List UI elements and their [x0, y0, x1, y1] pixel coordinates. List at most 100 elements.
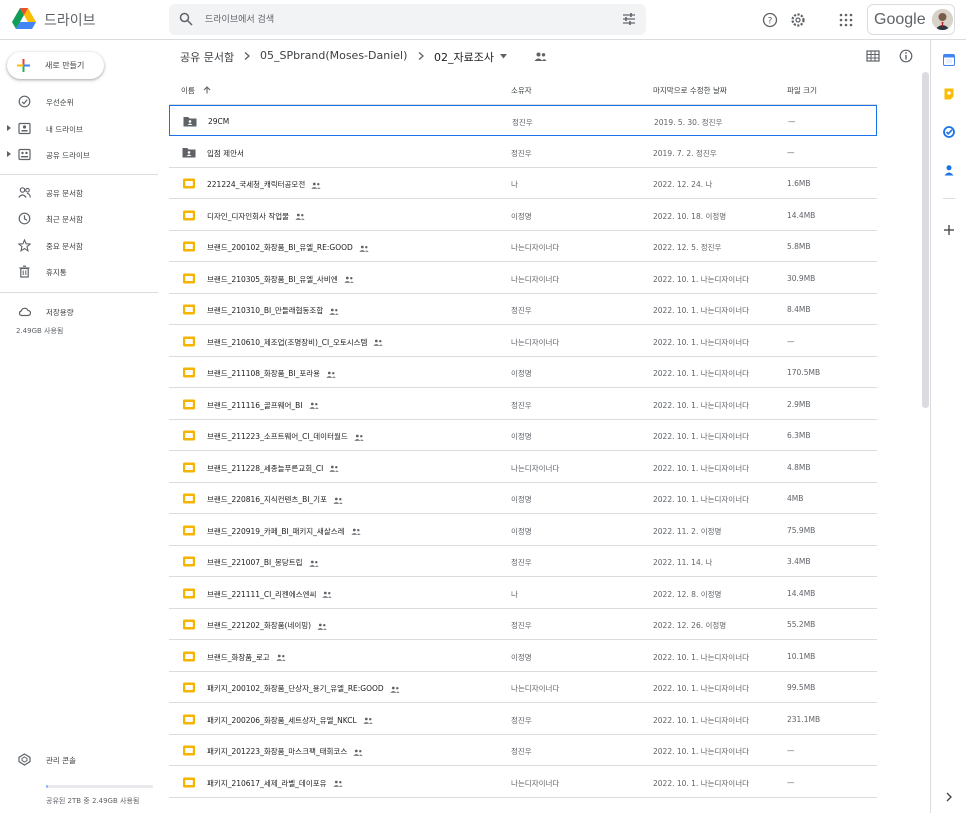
file-owner: 정진우 [512, 118, 533, 127]
column-header-size[interactable]: 파일 크기 [787, 85, 817, 96]
file-name-text: 디자인_디자인회사 작업물 [207, 211, 290, 221]
sidebar-item-storage[interactable]: 저장용량 [0, 302, 158, 322]
drive-logo-icon[interactable] [12, 8, 36, 30]
settings-icon[interactable] [790, 12, 806, 28]
table-row[interactable]: 브랜드_화장품_로고 이정명 2022. 10. 1. 나는디자이너다 10.1MB [169, 641, 877, 672]
file-modified: 2022. 10. 1. 나는디자이너다 [653, 652, 750, 662]
sidebar-item-label: 공유 문서함 [46, 189, 83, 198]
search-options-icon[interactable] [622, 12, 636, 26]
file-owner: 나는디자이너다 [511, 274, 560, 284]
file-size: 75.9MB [787, 525, 816, 535]
breadcrumb-item-shared-with-me[interactable]: 공유 문서함 [180, 49, 234, 65]
column-header-owner[interactable]: 소유자 [511, 85, 532, 96]
table-row[interactable]: 브랜드_211228_세종늘푸른교회_CI 나는디자이너다 2022. 10. 1.… [169, 452, 877, 483]
table-row[interactable]: 패키지_200102_화장품_단상자_용기_유엘_RE:GOOD 나는디자이너다 2… [169, 672, 877, 703]
file-owner: 나는디자이너다 [511, 684, 560, 693]
table-row[interactable]: 브랜드_221202_화장품(네이밍) 정진우 2022. 12. 26. 이정명 5… [169, 609, 877, 640]
file-size: 4MB [787, 494, 804, 503]
table-row[interactable]: 패키지_200206_화장품_세트상자_유엘_NKCL 정진우 2022. 10. … [169, 704, 877, 735]
table-row[interactable]: 디자인_디자인회사 작업물 이정명 2022. 10. 18. 이정명 14.4MB [169, 200, 877, 231]
plus-icon [17, 59, 30, 72]
sidebar-item-my-drive[interactable]: 내 드라이브 [0, 119, 158, 139]
file-owner: 이정명 [511, 432, 532, 441]
trash-icon [19, 265, 30, 278]
contacts-icon[interactable] [943, 164, 955, 176]
file-name: 입점 제안서 [207, 148, 244, 159]
sidebar-item-trash[interactable]: 휴지통 [0, 262, 158, 282]
shared-people-icon [354, 434, 364, 441]
column-header-modified[interactable]: 마지막으로 수정한 날짜 [653, 85, 727, 96]
table-row[interactable]: 브랜드_220816_지식컨텐츠_BI_기포 이정명 2022. 10. 1. 나는… [169, 483, 877, 514]
file-size: — [787, 746, 795, 755]
sidebar-item-priority[interactable]: 우선순위 [0, 92, 158, 112]
chevron-right-icon [244, 52, 250, 60]
table-row[interactable]: 29CM 정진우 2019. 5. 30. 정진우 — [169, 105, 877, 136]
account-switcher[interactable]: Google [867, 4, 955, 35]
sidebar-item-starred[interactable]: 중요 문서함 [0, 236, 158, 256]
keep-icon[interactable] [943, 88, 955, 100]
search-bar[interactable] [169, 4, 646, 35]
add-icon[interactable] [943, 224, 955, 236]
chevron-down-icon[interactable] [500, 54, 507, 59]
sidebar-item-shared-drives[interactable]: 공유 드라이브 [0, 145, 158, 165]
sidebar-item-recent[interactable]: 최근 문서함 [0, 209, 158, 229]
expand-icon[interactable] [945, 791, 953, 803]
file-name-text: 브랜드_220919_카페_BI_패키지_새살스레 [207, 526, 345, 536]
table-row[interactable]: 브랜드_210310_BI_만들래협동조합 정진우 2022. 10. 1. 나는디… [169, 294, 877, 325]
file-modified: 2022. 12. 26. 이정명 [653, 621, 727, 630]
table-row[interactable]: 브랜드_221111_CI_리젠에스엔씨 나 2022. 12. 8. 이정명 14.… [169, 578, 877, 609]
table-row[interactable]: 입점 제안서 정진우 2019. 7. 2. 정진우 — [169, 137, 877, 168]
app-title[interactable]: 드라이브 [44, 10, 96, 30]
help-icon[interactable]: ? [762, 12, 778, 28]
shared-folder-people-icon[interactable] [534, 51, 547, 62]
sidebar-item-label: 공유 드라이브 [46, 151, 90, 160]
breadcrumb-item-current[interactable]: 02_자료조사 [434, 49, 494, 65]
new-button[interactable]: 새로 만들기 [7, 52, 104, 79]
scrollbar-thumb[interactable] [922, 72, 929, 408]
file-size: 3.4MB [787, 557, 811, 566]
table-row[interactable]: 브랜드_211116_골프웨어_BI 정진우 2022. 10. 1. 나는디자이너… [169, 389, 877, 420]
starred-icon [18, 239, 31, 252]
calendar-icon[interactable] [943, 54, 955, 66]
table-row[interactable]: 브랜드_210305_화장품_BI_유엘_사비엔 나는디자이너다 2022. 10.… [169, 263, 877, 294]
table-row[interactable]: 브랜드_220919_카페_BI_패키지_새살스레 이정명 2022. 11. 2.… [169, 515, 877, 546]
table-row[interactable]: 브랜드_200102_화장품_BI_유엘_RE:GOOD 나는디자이너다 2022.… [169, 231, 877, 262]
shared-people-icon [359, 245, 369, 252]
file-size: 5.8MB [787, 242, 811, 251]
file-owner: 정진우 [511, 621, 532, 630]
file-name: 29CM [208, 117, 229, 126]
slides-file-icon [183, 210, 195, 220]
tasks-icon[interactable] [943, 126, 955, 138]
grid-view-icon[interactable] [866, 49, 880, 63]
table-row[interactable]: 패키지_201223_화장품_마스크팩_태회코스 정진우 2022. 10. 1. … [169, 735, 877, 766]
expand-caret-icon[interactable] [6, 124, 12, 132]
expand-caret-icon[interactable] [6, 150, 12, 158]
table-row[interactable]: 브랜드_211108_화장품_BI_포라용 이정명 2022. 10. 1. 나는디… [169, 357, 877, 388]
slides-file-icon [183, 525, 195, 535]
sidebar-item-shared-with-me[interactable]: 공유 문서함 [0, 183, 158, 203]
avatar[interactable] [932, 9, 953, 30]
table-row[interactable]: 브랜드_221007_BI_몽당트립 정진우 2022. 11. 14. 나 3.4M… [169, 546, 877, 577]
search-input[interactable] [205, 11, 585, 28]
sidebar-item-label: 저장용량 [46, 308, 74, 317]
slides-file-icon [183, 651, 195, 661]
slides-file-icon [183, 556, 195, 567]
file-name: 브랜드_220919_카페_BI_패키지_새살스레 [207, 526, 361, 537]
info-icon[interactable] [899, 49, 913, 63]
shared-people-icon [308, 402, 319, 409]
search-icon[interactable] [179, 12, 193, 26]
table-row[interactable]: 221224_국세청_캐릭터공모전 나 2022. 12. 24. 나 1.6MB [169, 168, 877, 199]
table-row[interactable]: 브랜드_210610_제조업(조명장비)_CI_오토시스템 나는디자이너다 2022… [169, 326, 877, 357]
user-photo-icon [932, 9, 953, 30]
apps-grid-icon[interactable] [838, 12, 854, 28]
sidebar-item-admin-console[interactable]: 관리 콘솔 [0, 750, 158, 770]
breadcrumb-item-folder[interactable]: 05_SPbrand(Moses-Daniel) [260, 49, 407, 62]
storage-progress-bar [46, 785, 153, 788]
file-owner: 나는디자이너다 [511, 337, 560, 347]
table-row[interactable]: 브랜드_211223_소프트웨어_CI_데이터월드 이정명 2022. 10. 1.… [169, 420, 877, 451]
table-row[interactable]: 패키지_210617_세제_라벨_데이포유 나는디자이너다 2022. 10. 1.… [169, 767, 877, 798]
sort-arrow-up-icon[interactable] [203, 86, 211, 94]
file-name: 브랜드_210610_제조업(조명장비)_CI_오토시스템 [207, 337, 384, 348]
column-header-name[interactable]: 이름 [181, 85, 211, 96]
file-name-text: 브랜드_220816_지식컨텐츠_BI_기포 [207, 495, 327, 504]
